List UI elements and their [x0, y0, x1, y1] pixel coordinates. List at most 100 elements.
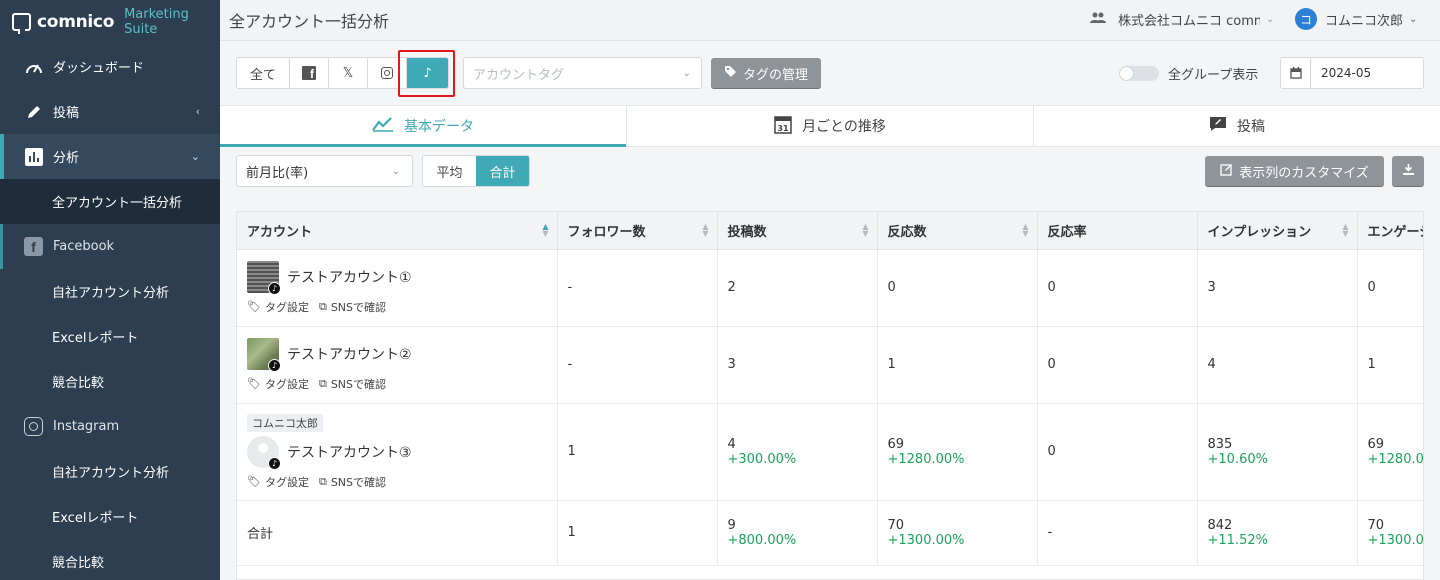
engagement-value: 70	[1367, 517, 1385, 533]
column-header-posts[interactable]: 投稿数 ▲ ▼	[717, 212, 878, 250]
average-button[interactable]: 平均	[423, 156, 476, 186]
column-header-account[interactable]: アカウント ▲ ▼	[237, 212, 558, 250]
tab-label: 投稿	[1237, 119, 1265, 135]
engagement-cell: 0	[1357, 249, 1423, 327]
filter-x-button[interactable]: 𝕏	[329, 58, 368, 88]
sort-icon: ▲ ▼	[1342, 222, 1349, 238]
all-groups-label: 全グループ表示	[1168, 68, 1259, 83]
brand-suite: Marketing Suite	[124, 7, 189, 37]
facebook-icon: f	[24, 237, 43, 256]
column-header-followers[interactable]: フォロワー数 ▲ ▼	[557, 212, 718, 250]
chevron-left-icon: ‹	[195, 105, 200, 118]
accounts-table: アカウント ▲ ▼ フォロワー数 ▲ ▼ 投稿数 ▲ ▼ 反応数 ▲ ▼ 反応率 インプレッショ…	[237, 212, 1424, 566]
tab-basic-data[interactable]: 基本データ	[220, 106, 627, 147]
sidebar-item-analysis[interactable]: 分析 ⌄	[0, 134, 220, 179]
column-header-label: インプレッション	[1207, 224, 1312, 240]
tag-setting-label: タグ設定	[264, 300, 309, 314]
followers-cell: 1	[557, 403, 718, 501]
column-header-engagement[interactable]: エンゲージ	[1357, 212, 1423, 250]
page-title: 全アカウント一括分析	[229, 12, 390, 31]
filter-facebook-button[interactable]: f	[290, 58, 329, 88]
sidebar-item-label: ダッシュボード	[53, 61, 145, 76]
tag-setting-link[interactable]: 🏷 タグ設定	[247, 474, 309, 490]
sidebar-item-ig-excel-report[interactable]: Excelレポート	[0, 494, 220, 539]
reactions-value: 69	[887, 436, 905, 452]
sidebar-item-ig-own-analysis[interactable]: 自社アカウント分析	[0, 449, 220, 494]
sidebar-group-instagram[interactable]: Instagram	[0, 404, 220, 449]
impressions-delta: +10.60%	[1207, 451, 1268, 467]
download-button[interactable]	[1392, 156, 1424, 186]
x-icon: 𝕏	[342, 65, 354, 81]
avatar: コ	[1295, 8, 1317, 30]
engagement-cell: 1	[1357, 326, 1423, 404]
sidebar-item-all-accounts[interactable]: 全アカウント一括分析	[0, 179, 220, 224]
engagement-delta: +1280.00%	[1367, 451, 1424, 467]
main-content: 前月比(率) ⌄ 平均 合計 表示列のカスタマイズ アカウント ▲ ▼ フォロワー数…	[220, 147, 1440, 580]
tiktok-icon: ♪	[268, 358, 281, 372]
tag-manage-button[interactable]: タグの管理	[711, 58, 821, 88]
total-label-cell: 合計	[237, 500, 558, 566]
account-name[interactable]: テストアカウント③	[287, 442, 412, 462]
sum-button[interactable]: 合計	[476, 156, 529, 186]
sidebar-item-ig-competitor[interactable]: 競合比較	[0, 539, 220, 580]
chevron-down-icon: ⌄	[682, 67, 691, 79]
sidebar-item-fb-own-analysis[interactable]: 自社アカウント分析	[0, 269, 220, 314]
customize-columns-button[interactable]: 表示列のカスタマイズ	[1205, 156, 1384, 186]
calendar-icon: 31	[774, 114, 792, 138]
sort-icon: ▲ ▼	[702, 222, 709, 238]
user-name: コムニコ次郎	[1325, 13, 1404, 29]
download-icon	[1402, 164, 1414, 178]
account-name[interactable]: テストアカウント①	[287, 267, 412, 287]
posts-cell: 2	[717, 249, 878, 327]
sidebar-group-facebook[interactable]: f Facebook	[0, 224, 220, 269]
user-menu[interactable]: コ コムニコ次郎 ⌄	[1295, 8, 1417, 30]
brand-logo[interactable]: comnico Marketing Suite	[0, 0, 220, 44]
company-selector[interactable]: 株式会社コムニコ comnico ⌄	[1090, 10, 1274, 29]
tab-label: 基本データ	[404, 119, 474, 135]
comnico-logo-icon	[12, 13, 32, 34]
column-header-reaction-rate: 反応率	[1037, 212, 1198, 250]
posts-cell: 4 +300.00%	[717, 403, 878, 501]
reactions-delta: +1280.00%	[887, 451, 965, 467]
reaction-rate-cell: 0	[1037, 249, 1198, 327]
sidebar-group-label: Instagram	[53, 419, 120, 434]
column-header-reactions[interactable]: 反応数 ▲ ▼	[877, 212, 1038, 250]
column-header-impressions[interactable]: インプレッション ▲ ▼	[1197, 212, 1358, 250]
company-name: 株式会社コムニコ comnico	[1118, 14, 1260, 29]
sidebar-item-fb-excel-report[interactable]: Excelレポート	[0, 314, 220, 359]
view-on-sns-link[interactable]: ⧉ SNSで確認	[319, 474, 386, 490]
tag-icon	[724, 65, 737, 82]
chevron-down-icon: ⌄	[1409, 13, 1418, 25]
account-name[interactable]: テストアカウント②	[287, 344, 412, 364]
sidebar-item-dashboard[interactable]: ダッシュボード	[0, 44, 220, 89]
comparison-value: 前月比(率)	[246, 165, 309, 181]
view-on-sns-link[interactable]: ⧉ SNSで確認	[319, 376, 386, 392]
chevron-down-icon: ⌄	[1266, 14, 1275, 25]
table-total-row: 合計 1 9 +800.00% 70 +1300.00% - 842 +11.52% …	[237, 500, 1423, 566]
impressions-delta: +11.52%	[1207, 532, 1268, 548]
accounts-table-container[interactable]: アカウント ▲ ▼ フォロワー数 ▲ ▼ 投稿数 ▲ ▼ 反応数 ▲ ▼ 反応率 インプレッショ…	[236, 211, 1424, 580]
view-on-sns-link[interactable]: ⧉ SNSで確認	[319, 299, 386, 315]
tag-setting-link[interactable]: 🏷 タグ設定	[247, 376, 309, 392]
all-groups-toggle[interactable]	[1119, 66, 1159, 81]
impressions-value: 835	[1207, 436, 1233, 452]
sidebar-item-fb-competitor[interactable]: 競合比較	[0, 359, 220, 404]
tag-icon: 🏷	[247, 300, 261, 313]
tab-posts[interactable]: 投稿	[1034, 106, 1440, 146]
sidebar-item-post[interactable]: 投稿 ‹	[0, 89, 220, 134]
chevron-down-icon: ⌄	[391, 165, 400, 177]
comparison-select[interactable]: 前月比(率) ⌄	[236, 155, 413, 187]
reactions-cell: 0	[877, 249, 1038, 327]
month-value: 2024-05	[1321, 66, 1372, 80]
filter-all-button[interactable]: 全て	[237, 58, 290, 88]
account-tag-select[interactable]: アカウントタグ ⌄	[463, 57, 702, 89]
posts-delta: +300.00%	[727, 451, 797, 467]
tag-setting-link[interactable]: 🏷 タグ設定	[247, 299, 309, 315]
reactions-cell: 70 +1300.00%	[877, 500, 1038, 566]
tab-monthly-trend[interactable]: 31 月ごとの推移	[627, 106, 1034, 146]
facebook-icon: f	[302, 66, 316, 80]
tag-manage-label: タグの管理	[742, 67, 808, 83]
month-picker[interactable]: 2024-05	[1280, 57, 1424, 89]
filter-bar: 全て f 𝕏 ♪ アカウントタグ ⌄ タグの管理 全グループ表示 2024-05	[220, 41, 1440, 105]
edit-icon	[1220, 163, 1233, 180]
